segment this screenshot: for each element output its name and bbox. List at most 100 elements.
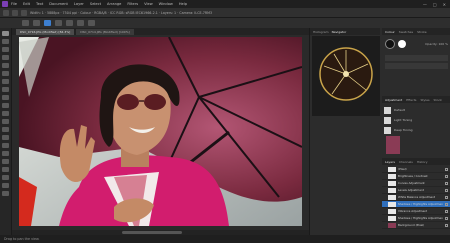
layer-thumbnail <box>388 173 396 179</box>
layer-visibility-checkbox[interactable] <box>445 209 448 213</box>
layer-visibility-checkbox[interactable] <box>445 223 448 227</box>
flood-select-icon[interactable] <box>2 63 9 68</box>
layer-row[interactable]: Vibrance Adjustment <box>382 208 450 215</box>
red-eye-tool-icon[interactable] <box>2 151 9 156</box>
freehand-select-icon[interactable] <box>2 79 9 84</box>
layer-thumbnail <box>388 201 396 207</box>
canvas-area[interactable] <box>12 35 309 230</box>
menu-arrange[interactable]: Arrange <box>107 2 121 6</box>
menu-filters[interactable]: Filters <box>127 2 138 6</box>
right-studio-panel: Histogram Navigator Colour Swatches Stro… <box>309 28 450 235</box>
tab-stock[interactable]: Stock <box>434 98 442 102</box>
clone-tool-icon[interactable] <box>2 127 9 132</box>
background-colour[interactable] <box>398 40 406 48</box>
tab-adjustment[interactable]: Adjustment <box>385 98 402 102</box>
redo-icon[interactable] <box>33 20 40 26</box>
menu-window[interactable]: Window <box>159 2 173 6</box>
menu-view[interactable]: View <box>144 2 153 6</box>
persona-develop-icon[interactable] <box>21 9 27 16</box>
selection-brush-icon[interactable] <box>2 55 9 60</box>
layer-visibility-checkbox[interactable] <box>445 216 448 220</box>
curves-icon[interactable] <box>66 20 73 26</box>
blemish-tool-icon[interactable] <box>2 143 9 148</box>
tab-effects[interactable]: Effects <box>406 98 416 102</box>
tab-swatches[interactable]: Swatches <box>399 30 413 34</box>
levels-icon[interactable] <box>55 20 62 26</box>
color-picker-icon[interactable] <box>2 95 9 100</box>
layer-visibility-checkbox[interactable] <box>445 202 448 206</box>
main-toolbar <box>0 18 450 28</box>
paint-brush-icon[interactable] <box>2 87 9 92</box>
foreground-colour[interactable] <box>385 39 395 49</box>
tab-colour[interactable]: Colour <box>385 30 395 34</box>
layer-row[interactable]: Background (Pixel) <box>382 222 450 229</box>
style-thumbnail <box>384 116 391 124</box>
dodge-tool-icon[interactable] <box>2 119 9 124</box>
marquee-tool-icon[interactable] <box>2 71 9 76</box>
assistant-icon[interactable] <box>88 20 95 26</box>
menu-edit[interactable]: Edit <box>23 2 30 6</box>
hand-tool-icon[interactable] <box>2 191 9 196</box>
menu-document[interactable]: Document <box>49 2 68 6</box>
tab-history[interactable]: History <box>417 160 428 164</box>
layer-thumbnail <box>388 187 396 193</box>
move-tool-icon[interactable] <box>2 39 9 44</box>
colour-slider[interactable] <box>385 55 448 61</box>
tab-navigator[interactable]: Navigator <box>332 30 347 34</box>
layer-row[interactable]: Curves Adjustment <box>382 180 450 187</box>
view-tool-icon[interactable] <box>2 31 9 36</box>
shape-tool-icon[interactable] <box>2 167 9 172</box>
layers-tabs: Layers Channels History <box>382 158 450 165</box>
menu-file[interactable]: File <box>11 2 17 6</box>
scrollbar-thumb[interactable] <box>122 231 182 234</box>
menu-layer[interactable]: Layer <box>74 2 84 6</box>
layer-row[interactable]: Levels Adjustment <box>382 187 450 194</box>
crop-tool-icon[interactable] <box>2 47 9 52</box>
undo-icon[interactable] <box>22 20 29 26</box>
tab-layers[interactable]: Layers <box>385 160 395 164</box>
minimize-icon[interactable]: — <box>423 2 427 7</box>
layer-row-selected[interactable]: Shadows / Highlights Adjustment <box>382 201 450 208</box>
maximize-icon[interactable]: □ <box>433 2 437 7</box>
text-tool-icon[interactable] <box>2 175 9 180</box>
style-item[interactable]: Default <box>384 106 448 114</box>
opacity-slider[interactable] <box>385 63 448 69</box>
layer-visibility-checkbox[interactable] <box>445 167 448 171</box>
persona-liquify-icon[interactable] <box>12 9 18 16</box>
style-label: Deep Toning <box>394 128 413 132</box>
pen-tool-icon[interactable] <box>2 159 9 164</box>
document-photo[interactable] <box>19 37 302 226</box>
menu-select[interactable]: Select <box>90 2 101 6</box>
layer-name: White Balance Adjustment <box>398 195 436 199</box>
tab-styles[interactable]: Styles <box>420 98 429 102</box>
menu-text[interactable]: Text <box>36 2 43 6</box>
tab-channels[interactable]: Channels <box>399 160 413 164</box>
healing-tool-icon[interactable] <box>2 135 9 140</box>
layer-visibility-checkbox[interactable] <box>445 174 448 178</box>
umbrella-thumbnail-icon <box>312 36 380 116</box>
layer-row[interactable]: White Balance Adjustment <box>382 194 450 201</box>
layer-visibility-checkbox[interactable] <box>445 181 448 185</box>
tab-stroke[interactable]: Stroke <box>417 30 427 34</box>
window-controls: — □ ✕ <box>423 2 446 7</box>
navigator-preview[interactable] <box>312 36 380 116</box>
layer-row[interactable]: Shadows / Highlights Adjustment <box>382 215 450 222</box>
opacity-value[interactable]: Opacity: 100 % <box>425 42 448 46</box>
app-icon[interactable] <box>2 1 8 7</box>
layer-visibility-checkbox[interactable] <box>445 188 448 192</box>
style-item[interactable]: Deep Toning <box>384 126 448 134</box>
style-item[interactable]: Light Toning <box>384 116 448 124</box>
fill-tool-icon[interactable] <box>2 103 9 108</box>
zoom-tool-icon[interactable] <box>2 183 9 188</box>
snapping-icon[interactable] <box>77 20 84 26</box>
navigator-lower-space <box>312 120 380 233</box>
close-icon[interactable]: ✕ <box>443 2 446 7</box>
layer-visibility-checkbox[interactable] <box>445 195 448 199</box>
gradient-tool-icon[interactable] <box>2 111 9 116</box>
persona-photo-icon[interactable] <box>3 9 9 16</box>
menu-help[interactable]: Help <box>179 2 187 6</box>
tab-histogram[interactable]: Histogram <box>313 30 329 34</box>
layer-row[interactable]: (Pixel) <box>382 166 450 173</box>
selection-mode-icon[interactable] <box>44 20 51 26</box>
layer-row[interactable]: Brightness / Contrast <box>382 173 450 180</box>
